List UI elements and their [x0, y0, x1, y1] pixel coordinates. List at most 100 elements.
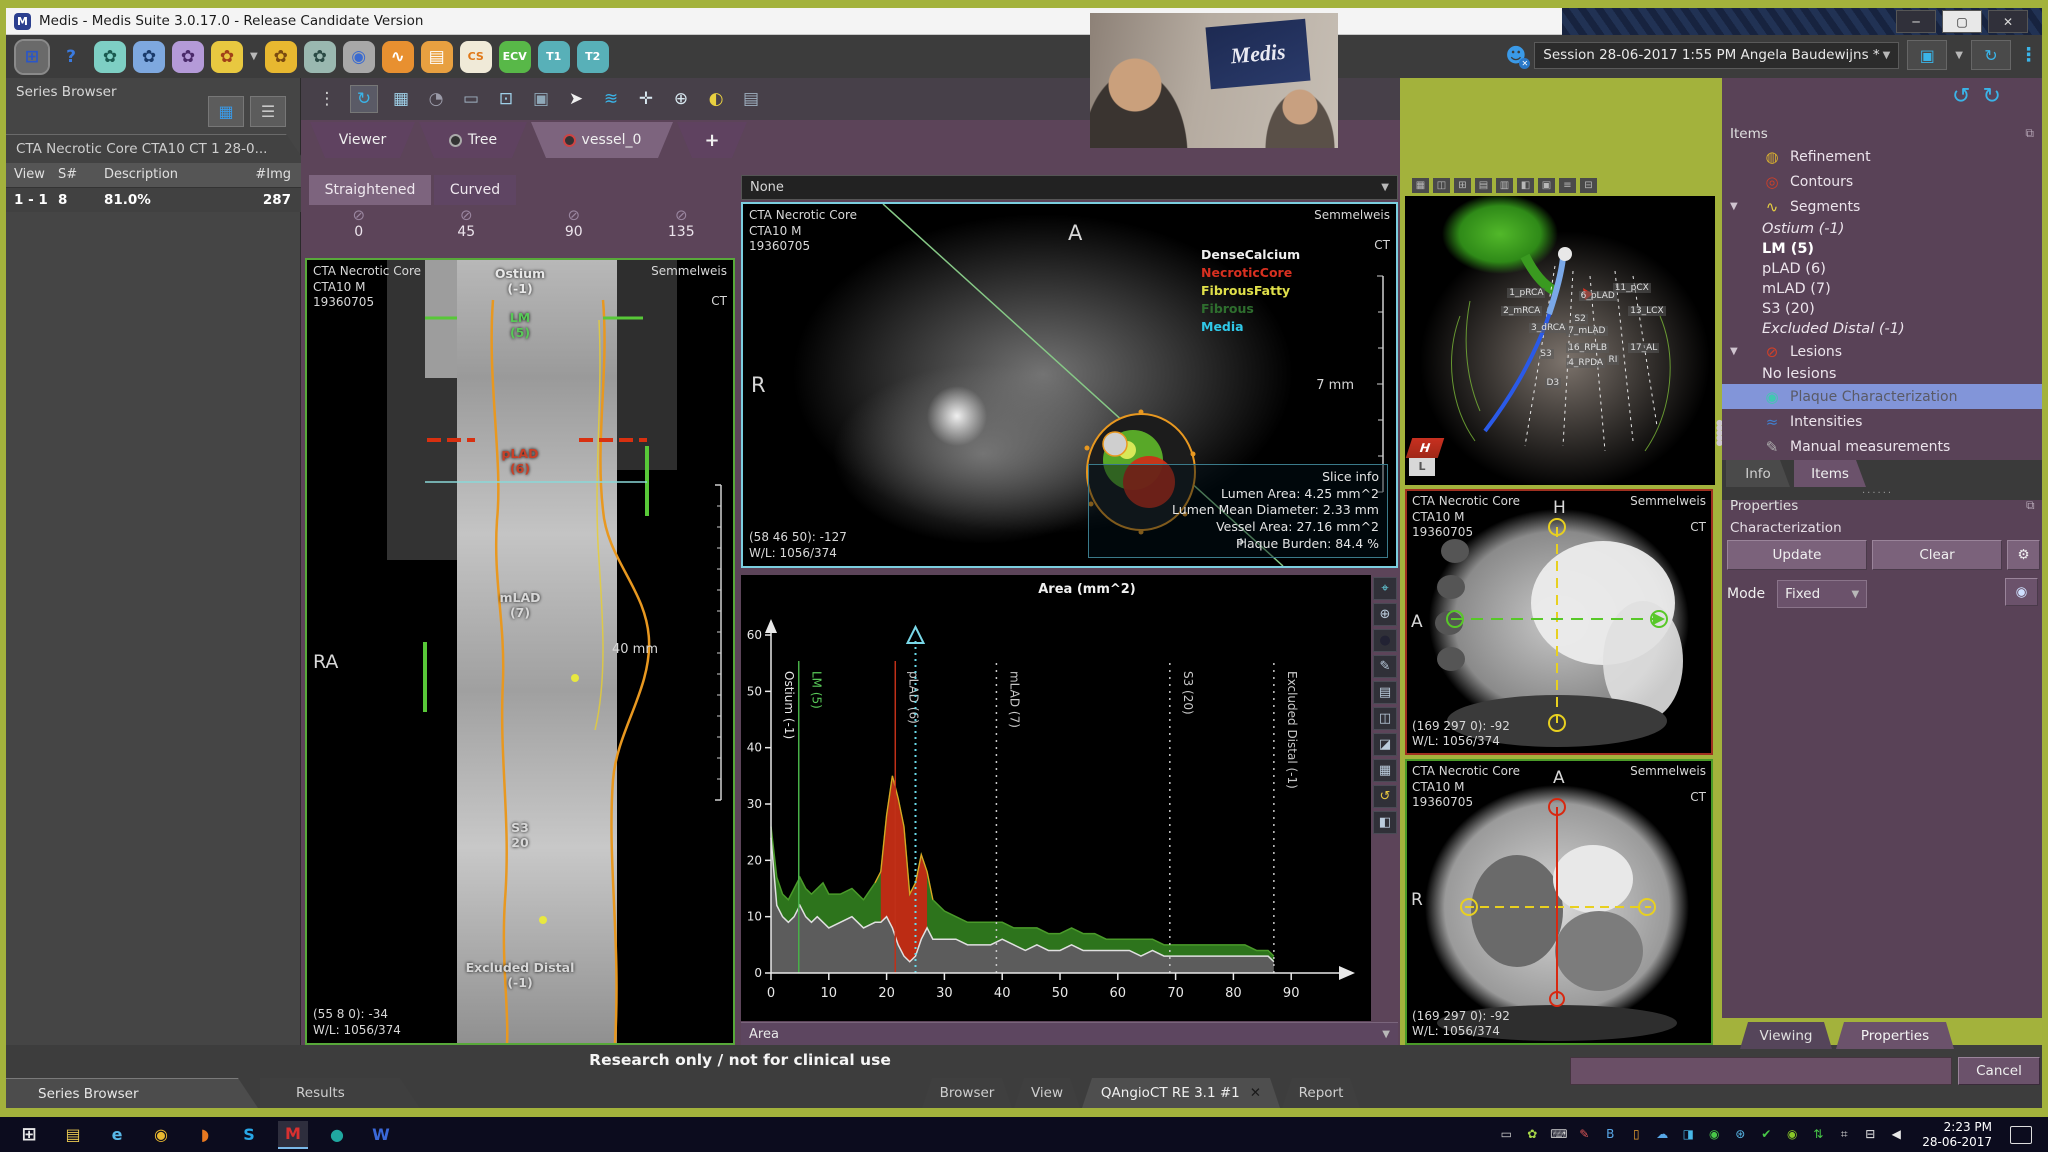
collapse-icon[interactable]: ▼	[1730, 346, 1738, 357]
tree-item-ostium-1-[interactable]: Ostium (-1)	[1722, 219, 2042, 239]
zoom-in-icon[interactable]: ⊕	[1373, 603, 1397, 626]
snapshot-icon[interactable]: ▣	[529, 89, 553, 109]
crosshair-icon[interactable]: ⌖	[1373, 577, 1397, 600]
layout-grid-icon[interactable]: ▦	[389, 89, 413, 109]
reset-icon[interactable]: ↺	[1373, 785, 1397, 808]
qmass-icon[interactable]: ✿	[94, 41, 126, 73]
onedrive-icon[interactable]: ☁	[1654, 1127, 1670, 1142]
tab-tree[interactable]: Tree	[419, 122, 527, 158]
probe-icon[interactable]: ◔	[424, 89, 448, 109]
touch-icon[interactable]: ⊛	[1732, 1127, 1748, 1142]
docking-icon[interactable]: ⌗	[1836, 1127, 1852, 1142]
tree-item-excluded-distal-1-[interactable]: Excluded Distal (-1)	[1722, 319, 2042, 339]
close-button[interactable]: ✕	[1988, 10, 2028, 33]
network-icon[interactable]: ⊟	[1862, 1127, 1878, 1142]
layout-h-icon[interactable]: ≡	[1559, 178, 1576, 193]
col-view[interactable]: View	[6, 163, 58, 187]
chevron-down-icon[interactable]: ▼	[1955, 50, 1963, 61]
clear-button[interactable]: Clear	[1872, 540, 2002, 570]
overlay-select[interactable]: None▼	[741, 175, 1398, 200]
meeting-app-icon[interactable]: ●	[322, 1121, 352, 1149]
mode-select[interactable]: Fixed▼	[1777, 580, 1867, 608]
tab-viewing[interactable]: Viewing	[1740, 1022, 1832, 1049]
layout-c-icon[interactable]: ⊞	[1454, 178, 1471, 193]
tab-vessel-0[interactable]: vessel_0	[531, 122, 673, 158]
layout-i-icon[interactable]: ⊟	[1580, 178, 1597, 193]
dot-icon[interactable]: ●	[1373, 629, 1397, 652]
monitor-icon[interactable]: ▭	[459, 89, 483, 109]
shade-icon[interactable]: ◧	[1373, 811, 1397, 834]
axial-view[interactable]: CTA Necrotic CoreCTA10 M19360705 A Semme…	[1405, 759, 1713, 1045]
tab-qangioct[interactable]: QAngioCT RE 3.1 #1✕	[1082, 1078, 1280, 1108]
printer-icon[interactable]: ⌨	[1550, 1127, 1566, 1142]
start-button-icon[interactable]: ⊞	[14, 1121, 44, 1149]
tab-properties[interactable]: Properties	[1836, 1022, 1954, 1049]
word-icon[interactable]: W	[366, 1121, 396, 1149]
tree-item-mlad-7-[interactable]: mLAD (7)	[1722, 279, 2042, 299]
notification-center-icon[interactable]	[2010, 1126, 2032, 1144]
tab-viewer[interactable]: Viewer	[310, 122, 415, 158]
report-app-icon[interactable]: ▤	[421, 41, 453, 73]
grid-view-button[interactable]: ▦	[208, 96, 244, 127]
bluetooth-icon[interactable]: B	[1602, 1127, 1618, 1142]
collapse-icon[interactable]: ▼	[1730, 201, 1738, 212]
chevron-down-icon[interactable]: ▼	[250, 51, 258, 62]
t1-icon[interactable]: T1	[538, 41, 570, 73]
tab-results[interactable]: Results	[260, 1078, 420, 1108]
ecv-icon[interactable]: ECV	[499, 41, 531, 73]
split-icon[interactable]: ◫	[1373, 707, 1397, 730]
layout-b-icon[interactable]: ◫	[1433, 178, 1450, 193]
sync-icon[interactable]: ↻	[350, 85, 378, 113]
curad-icon[interactable]: ∿	[382, 41, 414, 73]
settings-button[interactable]: ⚙	[2007, 540, 2040, 570]
update-button[interactable]: Update	[1727, 540, 1867, 570]
battery-icon[interactable]: ▯	[1628, 1127, 1644, 1142]
volume-icon[interactable]: ◀	[1888, 1127, 1904, 1142]
layout-d-icon[interactable]: ▤	[1475, 178, 1492, 193]
tab-browser[interactable]: Browser	[922, 1078, 1012, 1108]
qflow-icon[interactable]: ✿	[133, 41, 165, 73]
zoom-icon[interactable]: ⊕	[669, 89, 693, 109]
list-view-button[interactable]: ☰	[250, 96, 286, 127]
ssd-icon[interactable]: ▭	[1498, 1127, 1514, 1142]
tab-info[interactable]: Info	[1726, 460, 1790, 487]
eset-icon[interactable]: ◉	[1706, 1127, 1722, 1142]
tab-items[interactable]: Items	[1794, 460, 1866, 487]
orientation-cube[interactable]: H L	[1409, 438, 1445, 478]
tree-item-intensities[interactable]: ≈Intensities	[1722, 409, 2042, 434]
rotation-45[interactable]: ⊘45	[413, 207, 521, 255]
volume-3d-view[interactable]: 1_pRCA2_mRCA3_dRCAS26_pLAD11_pCX13_LCX7_…	[1405, 196, 1715, 485]
t2-icon[interactable]: T2	[577, 41, 609, 73]
rotation-90[interactable]: ⊘90	[520, 207, 628, 255]
rotation-135[interactable]: ⊘135	[628, 207, 736, 255]
skype-icon[interactable]: S	[234, 1121, 264, 1149]
expand-panel-icon[interactable]: ⧉	[2026, 498, 2040, 513]
teamviewer-icon[interactable]: ◨	[1680, 1127, 1696, 1142]
nvidia-icon[interactable]: ◉	[1784, 1127, 1800, 1142]
qangio-xa-3d-icon[interactable]: ✿	[265, 41, 297, 73]
window-level-icon[interactable]: ◐	[704, 89, 728, 109]
expand-panel-icon[interactable]: ⧉	[2025, 126, 2034, 141]
tab-report[interactable]: Report	[1282, 1078, 1360, 1108]
cancel-button[interactable]: Cancel	[1958, 1057, 2040, 1085]
half-icon[interactable]: ◪	[1373, 733, 1397, 756]
tree-item-s3-20-[interactable]: S3 (20)	[1722, 299, 2042, 319]
grid-icon[interactable]: ▦	[1373, 759, 1397, 782]
layout-e-icon[interactable]: ▥	[1496, 178, 1513, 193]
session-refresh-button[interactable]: ↻	[1971, 40, 2011, 70]
col-images[interactable]: #Img	[249, 163, 301, 187]
col-description[interactable]: Description	[104, 163, 249, 187]
redo-icon[interactable]: ↻	[1982, 84, 2000, 109]
undo-icon[interactable]: ↺	[1952, 84, 1970, 109]
pan-icon[interactable]: ✛	[634, 89, 658, 109]
tab-view[interactable]: View	[1014, 1078, 1080, 1108]
help-icon[interactable]: ?	[55, 41, 87, 73]
edge-icon[interactable]: e	[102, 1121, 132, 1149]
tree-item-lm-5-[interactable]: LM (5)	[1722, 239, 2042, 259]
area-chart[interactable]: Ostium (-1)LM (5)pLAD (6)mLAD (7)S3 (20)…	[741, 575, 1371, 1021]
file-explorer-icon[interactable]: ▤	[58, 1121, 88, 1149]
cross-section-view[interactable]: CTA Necrotic CoreCTA10 M19360705 Semmelw…	[741, 202, 1398, 568]
more-menu-icon[interactable]: ⋮	[315, 89, 339, 109]
session-select[interactable]: Session 28-06-2017 1:55 PM Angela Baudew…	[1534, 42, 1899, 69]
cs-icon[interactable]: CS	[460, 41, 492, 73]
